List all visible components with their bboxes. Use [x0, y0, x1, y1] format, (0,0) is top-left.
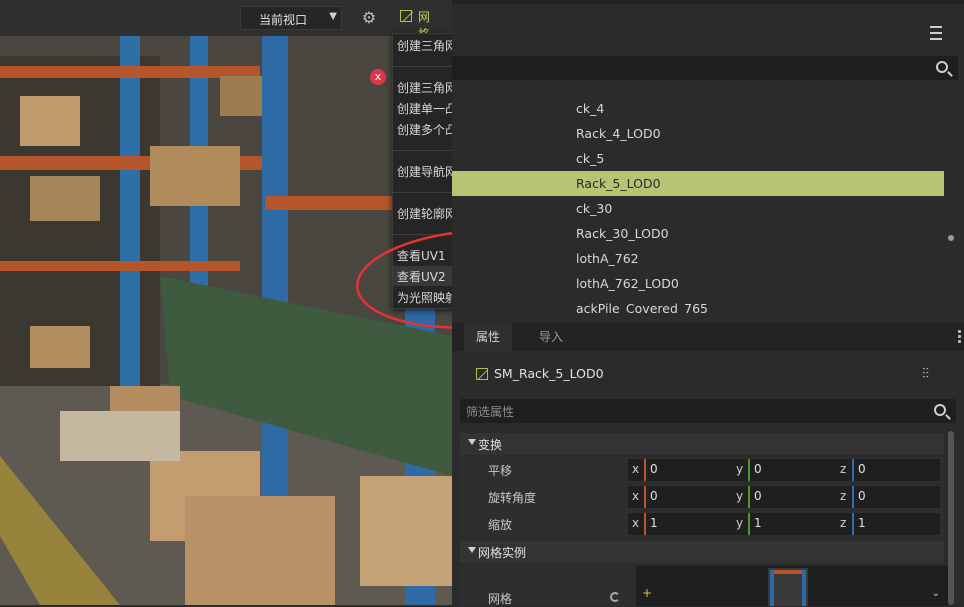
tab-properties[interactable]: 属性: [464, 323, 513, 351]
mesh-property-row: 网格 + ⌄: [460, 566, 948, 606]
tree-item-label: ackPile_Covered_765: [576, 301, 708, 314]
chevron-down-icon: [468, 439, 476, 445]
tree-item[interactable]: ackPile_Covered_765: [452, 296, 944, 314]
mesh-resource-picker[interactable]: + ⌄: [636, 566, 948, 606]
asset-name: SM_Rack_5_LOD0: [494, 366, 604, 381]
panel-top-border: [452, 0, 964, 4]
tree-item-label: lothA_762: [576, 251, 639, 266]
menu-icon[interactable]: [930, 26, 942, 40]
tree-item-selected[interactable]: Rack_5_LOD0: [452, 171, 944, 196]
property-label: 旋转角度: [488, 491, 537, 505]
view-dropdown[interactable]: 当前视口 ▼: [240, 6, 342, 30]
add-icon: +: [642, 586, 653, 600]
tree-item[interactable]: ck_30: [452, 196, 944, 221]
tab-import[interactable]: 导入: [527, 323, 575, 351]
chevron-down-icon: [468, 547, 476, 553]
gear-icon[interactable]: ⚙: [360, 9, 378, 27]
warehouse-scene[interactable]: [0, 36, 452, 605]
transform-row-rotation: 旋转角度 x0 y0 z0: [460, 484, 944, 510]
close-icon[interactable]: x: [370, 69, 386, 85]
menu-item-view-uv2[interactable]: 查看UV2: [397, 268, 446, 286]
tree-item[interactable]: Rack_4_LOD0: [452, 121, 944, 146]
reset-icon[interactable]: [610, 592, 620, 602]
section-title: 变换: [478, 438, 503, 452]
transform-row-translate: 平移 x0 y0 z0: [460, 457, 944, 483]
mesh-preview-thumbnail: [768, 568, 808, 606]
chevron-down-icon[interactable]: ⌄: [932, 588, 940, 599]
section-title: 网格实例: [478, 546, 527, 560]
tree-item-label: Rack_30_LOD0: [576, 226, 669, 241]
x-field[interactable]: x1: [628, 513, 732, 535]
more-options-icon[interactable]: [958, 330, 961, 344]
section-mesh-instance[interactable]: 网格实例: [460, 541, 944, 563]
viewport-toolbar: 当前视口 ▼ ⚙ 网格: [0, 0, 452, 41]
z-field[interactable]: z0: [836, 486, 940, 508]
y-field[interactable]: y0: [732, 486, 836, 508]
scene-search-input[interactable]: [452, 56, 958, 80]
tree-item-label: ck_5: [576, 151, 605, 166]
x-field[interactable]: x0: [628, 486, 732, 508]
x-field[interactable]: x0: [628, 459, 732, 481]
tree-item-label: Rack_5_LOD0: [576, 176, 661, 191]
sliders-icon[interactable]: ⫶⫶: [922, 366, 942, 382]
properties-scrollbar[interactable]: [948, 431, 954, 605]
tree-item[interactable]: lothA_762: [452, 246, 944, 271]
menu-item-view-uv1[interactable]: 查看UV1: [397, 247, 446, 265]
tree-item[interactable]: Rack_30_LOD0: [452, 221, 944, 246]
tree-item-label: lothA_762_LOD0: [576, 276, 679, 291]
transform-row-scale: 缩放 x1 y1 z1: [460, 511, 944, 537]
chevron-down-icon: ▼: [329, 11, 337, 22]
search-icon[interactable]: [934, 404, 946, 416]
properties-panel: 属性 导入 SM_Rack_5_LOD0 ⫶⫶ 筛选属性 变换 平移 x0 y0…: [452, 323, 964, 606]
mesh-icon: [400, 10, 412, 22]
section-transform[interactable]: 变换: [460, 433, 944, 455]
filter-placeholder: 筛选属性: [466, 405, 515, 419]
tree-item-label: ck_4: [576, 101, 605, 116]
tree-item-label: ck_30: [576, 201, 613, 216]
mesh-asset-icon: [476, 368, 488, 380]
3d-viewport[interactable]: 当前视口 ▼ ⚙ 网格 x: [0, 0, 452, 605]
right-panel: ck_4 Rack_4_LOD0 ck_5 Rack_5_LOD0 ck_30 …: [452, 0, 964, 606]
tree-item[interactable]: ck_5: [452, 146, 944, 171]
y-field[interactable]: y0: [732, 459, 836, 481]
tree-item-label: Rack_4_LOD0: [576, 126, 661, 141]
tree-item[interactable]: ck_4: [452, 96, 944, 121]
search-icon[interactable]: [936, 61, 948, 73]
z-field[interactable]: z1: [836, 513, 940, 535]
property-label: 平移: [488, 464, 513, 478]
filter-properties-input[interactable]: 筛选属性: [460, 399, 956, 423]
property-label: 网格: [488, 592, 513, 606]
y-field[interactable]: y1: [732, 513, 836, 535]
view-dropdown-label: 当前视口: [259, 13, 308, 27]
z-field[interactable]: z0: [836, 459, 940, 481]
tree-item[interactable]: lothA_762_LOD0: [452, 271, 944, 296]
properties-tabbar: 属性 导入: [452, 323, 964, 351]
scrollbar-handle[interactable]: [948, 235, 954, 241]
property-label: 缩放: [488, 518, 513, 532]
